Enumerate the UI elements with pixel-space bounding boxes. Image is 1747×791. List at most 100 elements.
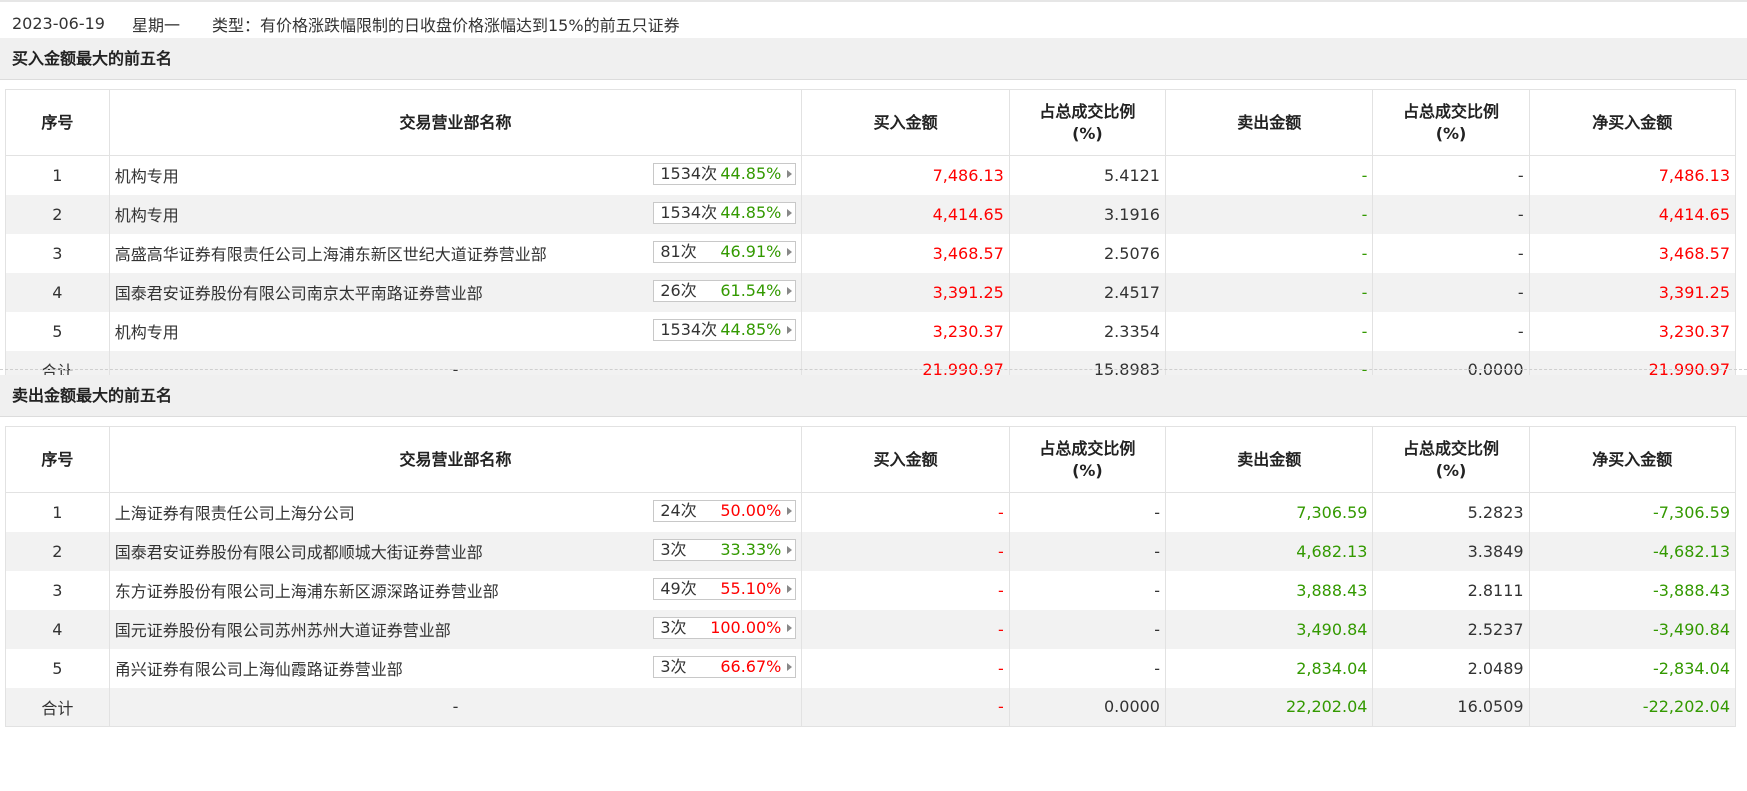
- ratio-label-line2: (%): [1435, 123, 1467, 143]
- ratio-label-line2: (%): [1072, 460, 1103, 480]
- caret-right-icon: [787, 623, 793, 632]
- broker-name-link[interactable]: 国泰君安证券股份有限公司成都顺城大街证券营业部: [115, 539, 483, 563]
- broker-stats-popup-trigger[interactable]: 81次 46.91%: [653, 240, 797, 263]
- broker-name-link[interactable]: 东方证券股份有限公司上海浦东新区源深路证券营业部: [115, 578, 499, 602]
- broker-name-cell: 国元证券股份有限公司苏州苏州大道证券营业部 3次 100.00%: [108, 609, 803, 649]
- table-row[interactable]: 2 国泰君安证券股份有限公司成都顺城大街证券营业部 3次 33.33% - -4,682.…: [5, 531, 1737, 571]
- col-net-header[interactable]: 净买入金额: [1528, 426, 1737, 493]
- appear-count: 24次: [660, 501, 697, 520]
- rise-probability: 44.85%: [720, 202, 782, 222]
- table-row[interactable]: 1 上海证券有限责任公司上海分公司 24次 50.00% - -7,306.59 5.282…: [5, 492, 1737, 532]
- col-buy-header[interactable]: 买入金额: [801, 426, 1010, 493]
- section-divider: [0, 369, 1747, 370]
- net-amount: -3,490.84: [1528, 609, 1737, 649]
- caret-right-icon: [787, 584, 793, 593]
- col-net-header[interactable]: 净买入金额: [1528, 89, 1737, 156]
- total-sell-ratio: 16.0509: [1372, 687, 1530, 727]
- col-sell-ratio-header[interactable]: 占总成交比例 (%): [1372, 89, 1530, 156]
- broker-name-cell: 机构专用 1534次 44.85%: [108, 194, 803, 234]
- caret-right-icon: [787, 247, 793, 256]
- broker-name-link[interactable]: 机构专用: [115, 319, 179, 343]
- sell-amount: -: [1164, 272, 1374, 312]
- row-index: 4: [5, 609, 110, 649]
- appear-count: 49次: [660, 578, 697, 598]
- sell-amount: 4,682.13: [1164, 531, 1374, 571]
- buy-amount: -: [801, 609, 1010, 649]
- broker-name-link[interactable]: 机构专用: [115, 202, 179, 226]
- col-name-header[interactable]: 交易营业部名称: [108, 426, 803, 493]
- row-index: 3: [5, 570, 110, 610]
- broker-stats-popup-trigger[interactable]: 3次 100.00%: [653, 616, 797, 639]
- ratio-label-line1: 占总成交比例: [1039, 101, 1136, 121]
- appear-count: 3次: [660, 656, 687, 676]
- sell-amount: 3,888.43: [1164, 570, 1374, 610]
- broker-name-link[interactable]: 甬兴证券有限公司上海仙霞路证券营业部: [115, 656, 403, 680]
- row-index: 3: [5, 233, 110, 273]
- net-amount: 3,230.37: [1528, 311, 1737, 351]
- broker-stats-popup-trigger[interactable]: 49次 55.10%: [653, 577, 797, 600]
- table-row[interactable]: 4 国泰君安证券股份有限公司南京太平南路证券营业部 26次 61.54% 3,391.2…: [5, 272, 1737, 312]
- caret-right-icon: [787, 545, 793, 554]
- report-date: 2023-06-19: [12, 14, 105, 33]
- appear-count: 1534次: [660, 164, 718, 183]
- row-index: 5: [5, 648, 110, 688]
- buy-ratio: -: [1008, 492, 1166, 532]
- col-idx-header[interactable]: 序号: [5, 426, 110, 493]
- net-amount: -7,306.59: [1528, 492, 1737, 532]
- net-amount: 7,486.13: [1528, 155, 1737, 195]
- table-header-row: 序号 交易营业部名称 买入金额 占总成交比例 (%) 卖出金额 占总成交比例 (%)…: [5, 89, 1737, 156]
- net-amount: -2,834.04: [1528, 648, 1737, 688]
- sell-ratio: -: [1372, 233, 1530, 273]
- row-index: 1: [5, 492, 110, 532]
- col-buy-ratio-header[interactable]: 占总成交比例 (%): [1008, 426, 1166, 493]
- caret-right-icon: [787, 208, 793, 217]
- broker-name-cell: 高盛高华证券有限责任公司上海浦东新区世纪大道证券营业部 81次 46.91%: [108, 233, 803, 273]
- table-row[interactable]: 3 东方证券股份有限公司上海浦东新区源深路证券营业部 49次 55.10% - -3,88…: [5, 570, 1737, 610]
- col-name-header[interactable]: 交易营业部名称: [108, 89, 803, 156]
- table-header-row: 序号 交易营业部名称 买入金额 占总成交比例 (%) 卖出金额 占总成交比例 (%)…: [5, 426, 1737, 493]
- net-amount: -3,888.43: [1528, 570, 1737, 610]
- broker-stats-popup-trigger[interactable]: 3次 33.33%: [653, 538, 797, 561]
- broker-name-link[interactable]: 上海证券有限责任公司上海分公司: [115, 500, 355, 524]
- table-row[interactable]: 2 机构专用 1534次 44.85% 4,414.65 3.1916- -4,414.65: [5, 194, 1737, 234]
- table-row[interactable]: 5 甬兴证券有限公司上海仙霞路证券营业部 3次 66.67% - -2,834.04 2.0…: [5, 648, 1737, 688]
- table-row[interactable]: 4 国元证券股份有限公司苏州苏州大道证券营业部 3次 100.00% - -3,490.8…: [5, 609, 1737, 649]
- ratio-label-line1: 占总成交比例: [1403, 438, 1500, 458]
- appear-count: 3次: [660, 617, 687, 637]
- broker-name-link[interactable]: 高盛高华证券有限责任公司上海浦东新区世纪大道证券营业部: [115, 241, 547, 265]
- col-sell-ratio-header[interactable]: 占总成交比例 (%): [1372, 426, 1530, 493]
- broker-stats-popup-trigger[interactable]: 26次 61.54%: [653, 279, 797, 302]
- col-sell-header[interactable]: 卖出金额: [1164, 89, 1374, 156]
- broker-name-link[interactable]: 国泰君安证券股份有限公司南京太平南路证券营业部: [115, 280, 483, 304]
- ratio-label-line2: (%): [1435, 460, 1467, 480]
- rise-probability: 50.00%: [720, 501, 782, 520]
- row-index: 5: [5, 311, 110, 351]
- col-sell-header[interactable]: 卖出金额: [1164, 426, 1374, 493]
- table-row[interactable]: 3 高盛高华证券有限责任公司上海浦东新区世纪大道证券营业部 81次 46.91% 3,4…: [5, 233, 1737, 273]
- buy-amount: 4,414.65: [801, 194, 1010, 234]
- caret-right-icon: [787, 170, 793, 178]
- total-sell-amount: 22,202.04: [1164, 687, 1374, 727]
- col-idx-header[interactable]: 序号: [5, 89, 110, 156]
- table-row[interactable]: 5 机构专用 1534次 44.85% 3,230.37 2.3354- -3,230.37: [5, 311, 1737, 351]
- buy-ratio: 2.5076: [1008, 233, 1166, 273]
- sell-ratio: -: [1372, 155, 1530, 195]
- buy-ratio: 2.4517: [1008, 272, 1166, 312]
- caret-right-icon: [787, 325, 793, 334]
- col-buy-ratio-header[interactable]: 占总成交比例 (%): [1008, 89, 1166, 156]
- rise-probability: 44.85%: [720, 164, 782, 183]
- broker-stats-popup-trigger[interactable]: 1534次 44.85%: [653, 201, 797, 224]
- broker-stats-popup-trigger[interactable]: 24次 50.00%: [653, 500, 797, 522]
- table-row[interactable]: 1 机构专用 1534次 44.85% 7,486.13 5.4121- -7,486.13: [5, 155, 1737, 195]
- sell-ratio: 3.3849: [1372, 531, 1530, 571]
- ratio-label-line1: 占总成交比例: [1403, 101, 1500, 121]
- broker-stats-popup-trigger[interactable]: 1534次 44.85%: [653, 318, 797, 341]
- broker-stats-popup-trigger[interactable]: 1534次 44.85%: [653, 163, 797, 185]
- broker-name-link[interactable]: 国元证券股份有限公司苏州苏州大道证券营业部: [115, 617, 451, 641]
- broker-name-link[interactable]: 机构专用: [115, 163, 179, 187]
- rise-probability: 46.91%: [720, 241, 782, 261]
- broker-stats-popup-trigger[interactable]: 3次 66.67%: [653, 655, 797, 678]
- ratio-label-line2: (%): [1072, 123, 1103, 143]
- col-buy-header[interactable]: 买入金额: [801, 89, 1010, 156]
- rise-probability: 61.54%: [720, 280, 782, 300]
